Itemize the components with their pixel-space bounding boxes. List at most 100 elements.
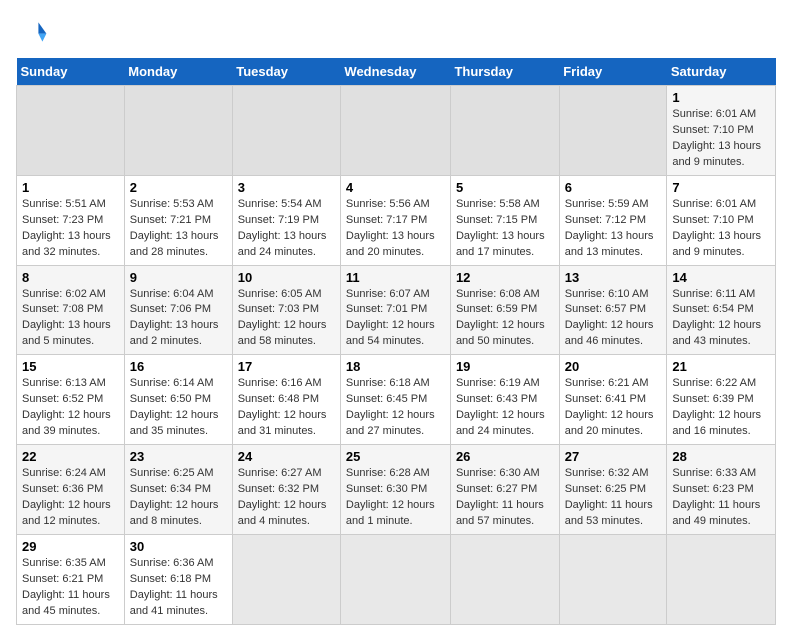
calendar-cell: 7 Sunrise: 6:01 AMSunset: 7:10 PMDayligh…: [667, 175, 776, 265]
calendar-cell: 27 Sunrise: 6:32 AMSunset: 6:25 PMDaylig…: [559, 445, 667, 535]
calendar-cell: 29 Sunrise: 6:35 AMSunset: 6:21 PMDaylig…: [17, 534, 125, 624]
day-number: 12: [456, 270, 554, 285]
calendar-cell: 1 Sunrise: 6:01 AMSunset: 7:10 PMDayligh…: [667, 86, 776, 176]
day-number: 1: [672, 90, 770, 105]
calendar-week-1: 1 Sunrise: 5:51 AMSunset: 7:23 PMDayligh…: [17, 175, 776, 265]
calendar-cell: [559, 534, 667, 624]
calendar-cell: 13 Sunrise: 6:10 AMSunset: 6:57 PMDaylig…: [559, 265, 667, 355]
day-number: 16: [130, 359, 227, 374]
calendar-cell: 3 Sunrise: 5:54 AMSunset: 7:19 PMDayligh…: [232, 175, 340, 265]
day-number: 14: [672, 270, 770, 285]
day-number: 6: [565, 180, 662, 195]
calendar-cell: [450, 534, 559, 624]
calendar-cell: 14 Sunrise: 6:11 AMSunset: 6:54 PMDaylig…: [667, 265, 776, 355]
day-detail: Sunrise: 6:18 AMSunset: 6:45 PMDaylight:…: [346, 377, 435, 437]
day-detail: Sunrise: 6:01 AMSunset: 7:10 PMDaylight:…: [672, 108, 761, 168]
calendar-week-2: 8 Sunrise: 6:02 AMSunset: 7:08 PMDayligh…: [17, 265, 776, 355]
day-detail: Sunrise: 6:21 AMSunset: 6:41 PMDaylight:…: [565, 377, 654, 437]
page-header: [16, 16, 776, 48]
day-header-friday: Friday: [559, 58, 667, 86]
day-detail: Sunrise: 6:32 AMSunset: 6:25 PMDaylight:…: [565, 467, 653, 527]
day-detail: Sunrise: 6:02 AMSunset: 7:08 PMDaylight:…: [22, 288, 111, 348]
calendar-cell: 15 Sunrise: 6:13 AMSunset: 6:52 PMDaylig…: [17, 355, 125, 445]
day-detail: Sunrise: 5:59 AMSunset: 7:12 PMDaylight:…: [565, 198, 654, 258]
day-header-wednesday: Wednesday: [340, 58, 450, 86]
day-detail: Sunrise: 5:51 AMSunset: 7:23 PMDaylight:…: [22, 198, 111, 258]
day-number: 7: [672, 180, 770, 195]
calendar-cell: 26 Sunrise: 6:30 AMSunset: 6:27 PMDaylig…: [450, 445, 559, 535]
day-detail: Sunrise: 5:54 AMSunset: 7:19 PMDaylight:…: [238, 198, 327, 258]
calendar-cell: 17 Sunrise: 6:16 AMSunset: 6:48 PMDaylig…: [232, 355, 340, 445]
calendar-cell: 9 Sunrise: 6:04 AMSunset: 7:06 PMDayligh…: [124, 265, 232, 355]
day-number: 30: [130, 539, 227, 554]
day-detail: Sunrise: 6:01 AMSunset: 7:10 PMDaylight:…: [672, 198, 761, 258]
calendar-cell: 20 Sunrise: 6:21 AMSunset: 6:41 PMDaylig…: [559, 355, 667, 445]
logo-icon: [16, 16, 48, 48]
calendar-cell: 23 Sunrise: 6:25 AMSunset: 6:34 PMDaylig…: [124, 445, 232, 535]
day-number: 29: [22, 539, 119, 554]
day-number: 24: [238, 449, 335, 464]
day-detail: Sunrise: 6:07 AMSunset: 7:01 PMDaylight:…: [346, 288, 435, 348]
calendar-cell: 5 Sunrise: 5:58 AMSunset: 7:15 PMDayligh…: [450, 175, 559, 265]
day-detail: Sunrise: 6:05 AMSunset: 7:03 PMDaylight:…: [238, 288, 327, 348]
day-header-sunday: Sunday: [17, 58, 125, 86]
day-detail: Sunrise: 6:24 AMSunset: 6:36 PMDaylight:…: [22, 467, 111, 527]
calendar-cell: [450, 86, 559, 176]
calendar-cell: 21 Sunrise: 6:22 AMSunset: 6:39 PMDaylig…: [667, 355, 776, 445]
day-number: 19: [456, 359, 554, 374]
day-header-tuesday: Tuesday: [232, 58, 340, 86]
day-detail: Sunrise: 5:56 AMSunset: 7:17 PMDaylight:…: [346, 198, 435, 258]
calendar-cell: 1 Sunrise: 5:51 AMSunset: 7:23 PMDayligh…: [17, 175, 125, 265]
calendar-cell: [17, 86, 125, 176]
calendar-cell: [667, 534, 776, 624]
day-number: 8: [22, 270, 119, 285]
calendar-cell: 30 Sunrise: 6:36 AMSunset: 6:18 PMDaylig…: [124, 534, 232, 624]
calendar-cell: [340, 534, 450, 624]
day-header-thursday: Thursday: [450, 58, 559, 86]
day-header-saturday: Saturday: [667, 58, 776, 86]
day-detail: Sunrise: 6:16 AMSunset: 6:48 PMDaylight:…: [238, 377, 327, 437]
calendar-table: SundayMondayTuesdayWednesdayThursdayFrid…: [16, 58, 776, 625]
day-detail: Sunrise: 5:53 AMSunset: 7:21 PMDaylight:…: [130, 198, 219, 258]
day-number: 1: [22, 180, 119, 195]
calendar-week-0: 1 Sunrise: 6:01 AMSunset: 7:10 PMDayligh…: [17, 86, 776, 176]
day-number: 9: [130, 270, 227, 285]
day-detail: Sunrise: 6:14 AMSunset: 6:50 PMDaylight:…: [130, 377, 219, 437]
day-detail: Sunrise: 6:35 AMSunset: 6:21 PMDaylight:…: [22, 557, 110, 617]
calendar-cell: 2 Sunrise: 5:53 AMSunset: 7:21 PMDayligh…: [124, 175, 232, 265]
day-detail: Sunrise: 6:10 AMSunset: 6:57 PMDaylight:…: [565, 288, 654, 348]
calendar-cell: 6 Sunrise: 5:59 AMSunset: 7:12 PMDayligh…: [559, 175, 667, 265]
calendar-cell: 12 Sunrise: 6:08 AMSunset: 6:59 PMDaylig…: [450, 265, 559, 355]
day-number: 10: [238, 270, 335, 285]
calendar-cell: 22 Sunrise: 6:24 AMSunset: 6:36 PMDaylig…: [17, 445, 125, 535]
day-number: 15: [22, 359, 119, 374]
day-detail: Sunrise: 6:22 AMSunset: 6:39 PMDaylight:…: [672, 377, 761, 437]
calendar-cell: [232, 534, 340, 624]
calendar-week-5: 29 Sunrise: 6:35 AMSunset: 6:21 PMDaylig…: [17, 534, 776, 624]
day-detail: Sunrise: 6:19 AMSunset: 6:43 PMDaylight:…: [456, 377, 545, 437]
day-number: 2: [130, 180, 227, 195]
day-detail: Sunrise: 6:13 AMSunset: 6:52 PMDaylight:…: [22, 377, 111, 437]
day-detail: Sunrise: 6:11 AMSunset: 6:54 PMDaylight:…: [672, 288, 761, 348]
logo: [16, 16, 52, 48]
calendar-cell: 28 Sunrise: 6:33 AMSunset: 6:23 PMDaylig…: [667, 445, 776, 535]
calendar-header-row: SundayMondayTuesdayWednesdayThursdayFrid…: [17, 58, 776, 86]
day-detail: Sunrise: 6:08 AMSunset: 6:59 PMDaylight:…: [456, 288, 545, 348]
calendar-cell: 19 Sunrise: 6:19 AMSunset: 6:43 PMDaylig…: [450, 355, 559, 445]
calendar-cell: [340, 86, 450, 176]
calendar-cell: 24 Sunrise: 6:27 AMSunset: 6:32 PMDaylig…: [232, 445, 340, 535]
day-number: 4: [346, 180, 445, 195]
day-detail: Sunrise: 6:36 AMSunset: 6:18 PMDaylight:…: [130, 557, 218, 617]
calendar-cell: [559, 86, 667, 176]
day-detail: Sunrise: 6:28 AMSunset: 6:30 PMDaylight:…: [346, 467, 435, 527]
calendar-cell: 4 Sunrise: 5:56 AMSunset: 7:17 PMDayligh…: [340, 175, 450, 265]
day-detail: Sunrise: 6:04 AMSunset: 7:06 PMDaylight:…: [130, 288, 219, 348]
day-detail: Sunrise: 6:27 AMSunset: 6:32 PMDaylight:…: [238, 467, 327, 527]
calendar-body: 1 Sunrise: 6:01 AMSunset: 7:10 PMDayligh…: [17, 86, 776, 625]
day-detail: Sunrise: 6:33 AMSunset: 6:23 PMDaylight:…: [672, 467, 760, 527]
calendar-cell: 8 Sunrise: 6:02 AMSunset: 7:08 PMDayligh…: [17, 265, 125, 355]
day-number: 27: [565, 449, 662, 464]
day-detail: Sunrise: 6:30 AMSunset: 6:27 PMDaylight:…: [456, 467, 544, 527]
day-header-monday: Monday: [124, 58, 232, 86]
day-number: 20: [565, 359, 662, 374]
